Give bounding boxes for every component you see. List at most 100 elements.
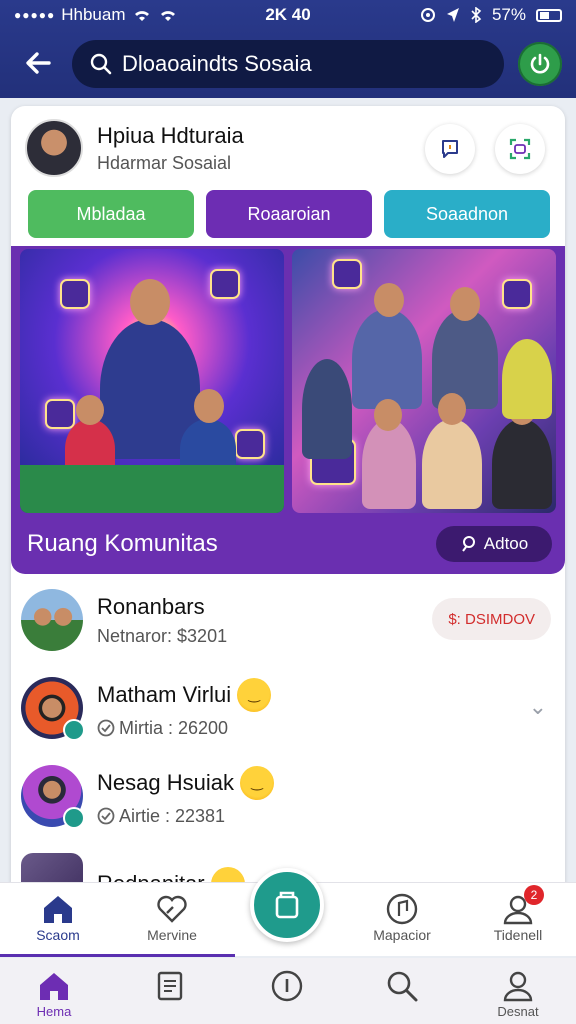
person-head [374, 283, 404, 317]
list-item[interactable]: Matham Virlui ‿ Mirtia : 26200 ⌄ [11, 664, 565, 752]
center-action-button[interactable] [250, 868, 324, 942]
notification-badge: 2 [524, 885, 544, 905]
person-head [194, 389, 224, 423]
community-list: Ronanbars Netnaror: $3201 $: DSIMDOV Mat… [11, 576, 565, 906]
avatar [21, 677, 85, 741]
bluetooth-icon [471, 7, 482, 23]
chat-button[interactable] [425, 124, 475, 174]
package-icon [275, 891, 299, 919]
person-figure [432, 309, 498, 409]
record-icon [420, 8, 435, 22]
person-figure [352, 309, 422, 409]
game-tile-icon [235, 429, 265, 459]
search-bar[interactable] [72, 40, 504, 88]
status-bar: ●●●●● Hhbuam 2K 40 57% [0, 0, 576, 30]
list-item-meta: Airtie : 22381 [119, 805, 226, 826]
battery-percent: 57% [491, 5, 526, 24]
wifi-icon [134, 11, 149, 21]
nav-item-search[interactable] [352, 968, 452, 1004]
list-item[interactable]: Nesag Hsuiak ‿ Airtie : 22381 [11, 752, 565, 840]
action-pill-button[interactable]: $: DSIMDOV [432, 598, 551, 640]
person-figure [302, 359, 352, 459]
nav-item-home[interactable]: Scaom [8, 891, 108, 943]
game-tile-icon [45, 399, 75, 429]
location-icon [446, 8, 459, 22]
profile-icon [503, 971, 533, 1002]
filter-tabs: Mbladaa Roaaroian Soaadnon [28, 190, 550, 238]
nav-label: Desnat [497, 1004, 539, 1019]
profile-subtitle: Hdarmar Sosaial [97, 152, 232, 173]
person-head [374, 399, 402, 431]
info-icon [271, 970, 303, 1002]
power-button[interactable] [518, 42, 562, 86]
avatar[interactable] [25, 119, 83, 177]
person-head [450, 287, 480, 321]
search-icon [387, 971, 418, 1002]
nav-label: Mervine [147, 927, 197, 943]
person-head [438, 393, 466, 425]
profile-name: Hpiua Hdturaia [97, 122, 244, 148]
arrow-left-icon [26, 52, 51, 74]
check-circle-icon [97, 807, 115, 825]
profile-header: Hpiua Hdturaia Hdarmar Sosaial [25, 116, 551, 180]
battery-icon [536, 8, 562, 22]
filter-tab-3[interactable]: Soaadnon [384, 190, 550, 238]
table [20, 465, 284, 513]
game-tile-icon [210, 269, 240, 299]
nav-item-favorites[interactable]: Mervine [122, 891, 222, 943]
list-item-meta: Netnaror: $3201 [97, 625, 228, 646]
home-icon [40, 973, 68, 1000]
add-button[interactable]: Adtoo [436, 526, 552, 562]
scan-button[interactable] [495, 124, 545, 174]
filter-tab-2[interactable]: Roaaroian [206, 190, 372, 238]
signal-icon: ●●●●● [14, 8, 56, 22]
filter-tab-1[interactable]: Mbladaa [28, 190, 194, 238]
list-item-title: Nesag Hsuiak [97, 769, 234, 795]
document-icon [157, 971, 183, 1001]
list-item-title: Ronanbars [97, 593, 205, 619]
avatar [21, 589, 83, 651]
banner-photo-right [292, 249, 556, 513]
status-badge [63, 807, 85, 829]
link-icon [461, 536, 475, 552]
nav-item-info[interactable] [237, 968, 337, 1004]
banner-title: Ruang Komunitas [27, 530, 218, 557]
search-icon [90, 53, 112, 75]
music-icon [386, 893, 418, 925]
search-input[interactable] [122, 51, 482, 77]
nav-label: Scaom [36, 927, 80, 943]
person-figure [492, 419, 552, 509]
laugh-emoji-icon: ‿ [239, 765, 274, 800]
chevron-down-icon[interactable]: ⌄ [529, 694, 547, 720]
list-item-meta: Mirtia : 26200 [119, 717, 229, 738]
main-card: Hpiua Hdturaia Hdarmar Sosaial Mbladaa R… [11, 106, 565, 906]
game-tile-icon [502, 279, 532, 309]
person-figure [422, 419, 482, 509]
list-item-title: Matham Virlui [97, 681, 232, 707]
game-tile-icon [332, 259, 362, 289]
top-app-bar: ●●●●● Hhbuam 2K 40 57% [0, 0, 576, 98]
person-head [130, 279, 170, 325]
nav-item-profile[interactable]: Desnat [468, 968, 568, 1019]
person-figure [502, 339, 552, 419]
nav-item-notifications[interactable]: 2 Tidenell [468, 885, 568, 943]
nav-item-home-primary[interactable]: Hema [4, 968, 104, 1019]
power-icon [530, 53, 550, 74]
nav-item-documents[interactable] [120, 968, 220, 1004]
nav-label: Mapacior [373, 927, 431, 943]
carrier-label: Hhbuam [61, 5, 126, 24]
add-button-label: Adtoo [483, 534, 529, 553]
home-icon [44, 896, 72, 923]
community-banner[interactable]: Ruang Komunitas Adtoo [11, 246, 565, 574]
nav-label: Hema [36, 1004, 72, 1019]
nav-item-music[interactable]: Mapacior [352, 891, 452, 943]
back-button[interactable] [20, 45, 56, 81]
bottom-nav: Hema Desnat [0, 958, 576, 1024]
active-tab-indicator [0, 954, 235, 957]
person-figure [362, 419, 416, 509]
avatar [21, 765, 85, 829]
list-item[interactable]: Ronanbars Netnaror: $3201 $: DSIMDOV [11, 576, 565, 664]
scan-icon [509, 138, 531, 160]
game-tile-icon [60, 279, 90, 309]
status-badge [63, 719, 85, 741]
